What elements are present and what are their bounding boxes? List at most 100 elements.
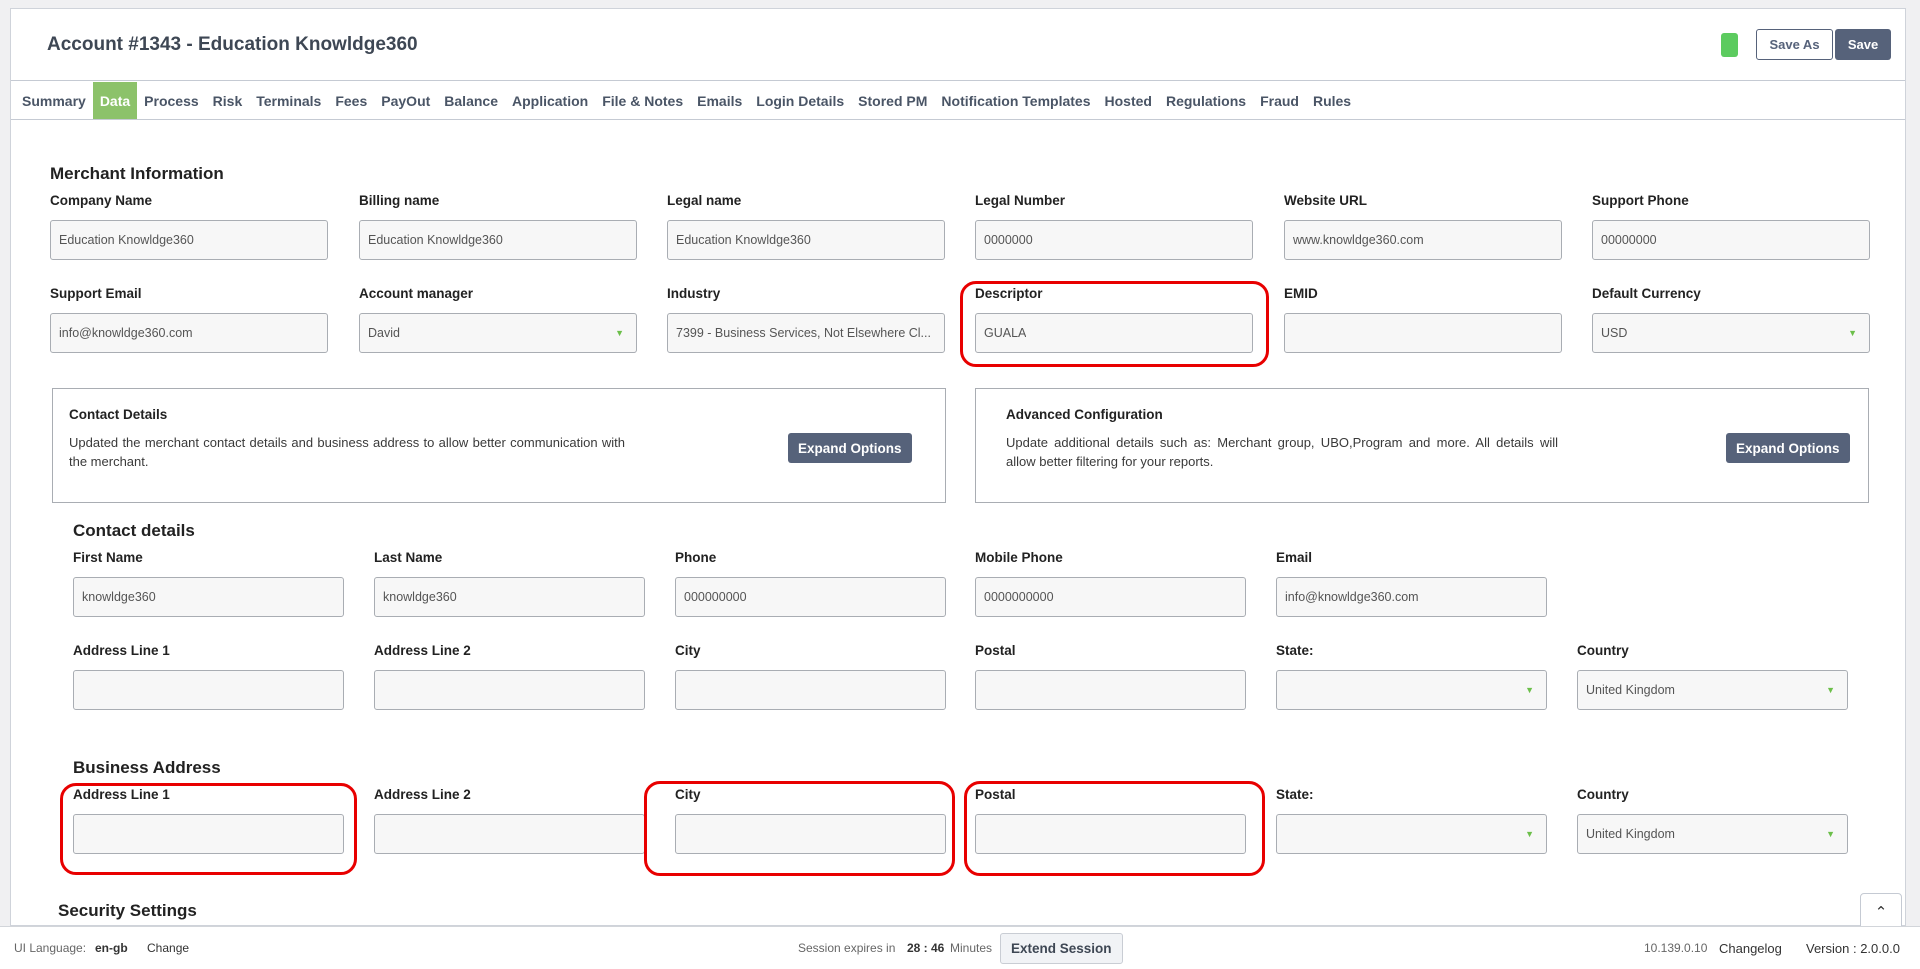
tab-stored-pm[interactable]: Stored PM [851,82,934,119]
business-postal-label: Postal [975,787,1016,802]
business-address1-input[interactable] [73,814,344,854]
contact-details-title: Contact details [73,521,195,540]
contact-box-title: Contact Details [69,407,168,422]
changelog-link[interactable]: Changelog [1719,941,1782,956]
billing-name-label: Billing name [359,193,440,208]
first-name-input[interactable]: knowldge360 [73,577,344,617]
phone-label: Phone [675,550,717,565]
advanced-expand-options-button[interactable]: Expand Options [1726,433,1850,463]
tab-application[interactable]: Application [505,82,595,119]
tab-rules[interactable]: Rules [1306,82,1358,119]
tab-hosted[interactable]: Hosted [1098,82,1159,119]
support-phone-label: Support Phone [1592,193,1689,208]
chevron-down-icon: ▼ [615,328,624,338]
account-manager-select[interactable]: David ▼ [359,313,637,353]
tab-process[interactable]: Process [137,82,205,119]
contact-address2-input[interactable] [374,670,645,710]
support-email-input[interactable]: info@knowldge360.com [50,313,328,353]
contact-state-label: State: [1276,643,1314,658]
website-url-label: Website URL [1284,193,1368,208]
tab-payout[interactable]: PayOut [374,82,437,119]
page-title: Account #1343 - Education Knowldge360 [47,34,418,55]
tab-terminals[interactable]: Terminals [249,82,328,119]
session-minutes-label: Minutes [950,941,993,955]
tab-notification-templates[interactable]: Notification Templates [934,82,1097,119]
contact-city-input[interactable] [675,670,946,710]
business-address2-input[interactable] [374,814,645,854]
contact-postal-input[interactable] [975,670,1246,710]
website-url-input[interactable]: www.knowldge360.com [1284,220,1562,260]
account-card: Account #1343 - Education Knowldge360 Sa… [10,8,1906,926]
default-currency-select[interactable]: USD ▼ [1592,313,1870,353]
legal-name-input[interactable]: Education Knowldge360 [667,220,945,260]
emid-label: EMID [1284,286,1318,301]
tab-emails[interactable]: Emails [690,82,749,119]
advanced-box-title: Advanced Configuration [1006,407,1163,422]
tab-balance[interactable]: Balance [437,82,505,119]
chevron-down-icon: ▼ [1848,328,1857,338]
legal-number-label: Legal Number [975,193,1066,208]
company-name-label: Company Name [50,193,153,208]
business-country-select[interactable]: United Kingdom ▼ [1577,814,1848,854]
version-label: Version : 2.0.0.0 [1806,941,1900,956]
business-postal-input[interactable] [975,814,1246,854]
email-label: Email [1276,550,1313,565]
tab-bar: Summary Data Process Risk Terminals Fees… [11,82,1905,120]
business-city-label: City [675,787,701,802]
mobile-phone-input[interactable]: 0000000000 [975,577,1246,617]
ip-address: 10.139.0.10 [1644,941,1708,955]
tab-data[interactable]: Data [92,82,138,119]
company-name-input[interactable]: Education Knowldge360 [50,220,328,260]
page-header: Account #1343 - Education Knowldge360 Sa… [11,9,1905,81]
chevron-down-icon: ▼ [1525,685,1534,695]
contact-box-description: Updated the merchant contact details and… [69,435,625,469]
descriptor-input[interactable]: GUALA [975,313,1253,353]
tab-regulations[interactable]: Regulations [1159,82,1253,119]
business-city-input[interactable] [675,814,946,854]
contact-state-select[interactable]: ▼ [1276,670,1547,710]
footer-bar: UI Language: en-gb Change Session expire… [0,926,1920,969]
business-state-select[interactable]: ▼ [1276,814,1547,854]
tab-risk[interactable]: Risk [206,82,250,119]
security-settings-title: Security Settings [58,901,197,920]
extend-session-button[interactable]: Extend Session [1000,933,1123,964]
tab-summary[interactable]: Summary [15,82,93,119]
chevron-up-icon: ⌃ [1874,904,1888,921]
business-address1-label: Address Line 1 [73,787,170,802]
first-name-label: First Name [73,550,143,565]
industry-input[interactable]: 7399 - Business Services, Not Elsewhere … [667,313,945,353]
advanced-config-box: Advanced Configuration Update additional… [975,388,1869,503]
save-as-button[interactable]: Save As [1756,29,1833,60]
email-input[interactable]: info@knowldge360.com [1276,577,1547,617]
contact-country-label: Country [1577,643,1629,658]
mobile-phone-label: Mobile Phone [975,550,1063,565]
billing-name-input[interactable]: Education Knowldge360 [359,220,637,260]
emid-input[interactable] [1284,313,1562,353]
contact-address1-input[interactable] [73,670,344,710]
support-phone-input[interactable]: 00000000 [1592,220,1870,260]
chevron-down-icon: ▼ [1525,829,1534,839]
session-expires-label: Session expires in [798,941,896,955]
tab-fraud[interactable]: Fraud [1253,82,1306,119]
last-name-input[interactable]: knowldge360 [374,577,645,617]
descriptor-label: Descriptor [975,286,1043,301]
save-button[interactable]: Save [1835,29,1891,60]
industry-label: Industry [667,286,721,301]
default-currency-label: Default Currency [1592,286,1701,301]
merchant-info-title: Merchant Information [50,164,224,183]
contact-country-select[interactable]: United Kingdom ▼ [1577,670,1848,710]
contact-address1-label: Address Line 1 [73,643,170,658]
tab-login-details[interactable]: Login Details [749,82,851,119]
legal-name-label: Legal name [667,193,742,208]
business-address2-label: Address Line 2 [374,787,471,802]
change-language-link[interactable]: Change [147,941,189,955]
contact-city-label: City [675,643,701,658]
tab-file-notes[interactable]: File & Notes [595,82,690,119]
phone-input[interactable]: 000000000 [675,577,946,617]
contact-expand-options-button[interactable]: Expand Options [788,433,912,463]
contact-postal-label: Postal [975,643,1016,658]
advanced-box-description: Update additional details such as: Merch… [1006,435,1558,469]
status-indicator [1721,33,1738,57]
tab-fees[interactable]: Fees [328,82,374,119]
legal-number-input[interactable]: 0000000 [975,220,1253,260]
